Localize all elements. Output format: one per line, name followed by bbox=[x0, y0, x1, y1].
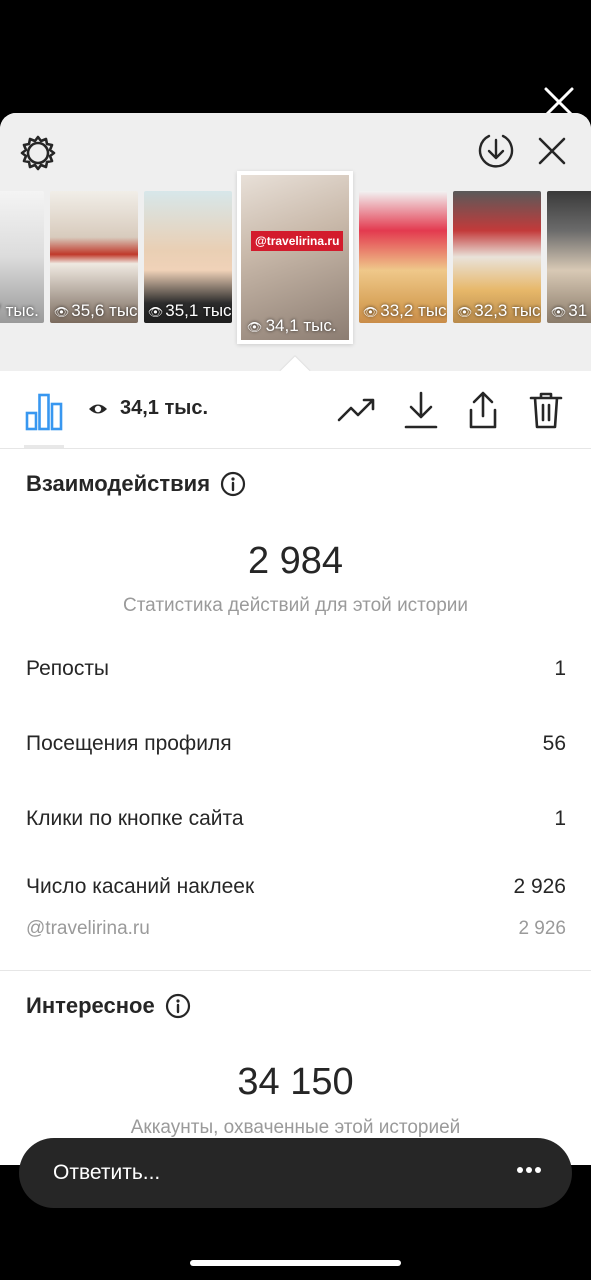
insights-sheet: 👁4,7 тыс. 👁35,6 тыс. 👁35,1 тыс. 👁33,2 ты… bbox=[0, 113, 591, 1165]
stat-row-profile-visits: Посещения профиля 56 bbox=[26, 732, 566, 755]
interactions-caption: Статистика действий для этой истории bbox=[122, 595, 469, 616]
share-icon[interactable] bbox=[462, 389, 504, 431]
story-tray: 👁4,7 тыс. 👁35,6 тыс. 👁35,1 тыс. 👁33,2 ты… bbox=[0, 113, 591, 371]
story-thumbnail[interactable]: 👁 35,6 тыс. bbox=[50, 191, 138, 323]
info-icon[interactable] bbox=[165, 993, 191, 1019]
eye-icon: 👁 bbox=[363, 305, 379, 319]
thumbnail-views: 👁 35,1 тыс. bbox=[148, 301, 232, 320]
thumbnail-views: 👁 34,1 тыс. bbox=[247, 316, 337, 335]
view-count: 34,1 тыс. bbox=[120, 397, 209, 419]
thumbnail-views: 👁 32,3 тыс. bbox=[457, 301, 541, 320]
thumbnail-views: 👁 35,6 тыс. bbox=[54, 301, 138, 320]
home-indicator bbox=[190, 1260, 401, 1266]
story-thumbnail[interactable]: 👁 33,2 тыс. bbox=[359, 191, 447, 323]
close-icon[interactable] bbox=[532, 131, 572, 171]
bar-chart-icon[interactable] bbox=[24, 391, 64, 431]
mention-sticker: @travelirina.ru bbox=[251, 231, 344, 251]
interactions-title: Взаимодействия bbox=[26, 471, 211, 496]
trash-icon[interactable] bbox=[525, 389, 567, 431]
story-thumbnails: 👁4,7 тыс. 👁35,6 тыс. 👁35,1 тыс. 👁33,2 ты… bbox=[0, 171, 591, 345]
thumbnail-views: 👁4,7 тыс. bbox=[0, 301, 39, 320]
story-thumbnail[interactable]: 👁 32,3 тыс. bbox=[453, 191, 541, 323]
stat-row-sticker-taps: Число касаний наклеек 2 926 bbox=[26, 875, 566, 898]
download-icon[interactable] bbox=[400, 389, 442, 431]
save-story-icon[interactable] bbox=[474, 129, 518, 173]
info-icon[interactable] bbox=[220, 471, 246, 497]
reply-bar[interactable]: Ответить... bbox=[19, 1138, 572, 1208]
story-thumbnail-selected[interactable]: @travelirina.ru 👁 34,1 тыс. bbox=[237, 171, 353, 344]
trending-icon[interactable] bbox=[336, 389, 378, 431]
tab-indicator bbox=[24, 445, 64, 448]
eye-icon: 👁 bbox=[148, 305, 164, 319]
stat-row-sticker-mention: @travelirina.ru 2 926 bbox=[26, 918, 566, 939]
discovery-caption: Аккаунты, охваченные этой историей bbox=[130, 1117, 461, 1138]
thumbnail-views: 👁 33,2 тыс. bbox=[363, 301, 447, 320]
story-thumbnail[interactable]: 👁 35,1 тыс. bbox=[144, 191, 232, 323]
reply-input[interactable]: Ответить... bbox=[53, 1161, 160, 1185]
thumbnail-views: 👁 31 bbox=[551, 301, 588, 320]
eye-icon bbox=[88, 401, 108, 417]
stat-row-reposts: Репосты 1 bbox=[26, 657, 566, 680]
eye-icon: 👁 bbox=[457, 305, 473, 319]
eye-icon: 👁 bbox=[551, 305, 567, 319]
interactions-total: 2 984 bbox=[247, 540, 344, 582]
discovery-total: 34 150 bbox=[237, 1061, 354, 1103]
eye-icon: 👁 bbox=[54, 305, 70, 319]
section-divider bbox=[0, 970, 591, 971]
more-options-icon[interactable] bbox=[516, 1162, 542, 1184]
stat-row-website-clicks: Клики по кнопке сайта 1 bbox=[26, 807, 566, 830]
interactions-heading: Взаимодействия bbox=[26, 471, 246, 497]
discovery-title: Интересное bbox=[26, 993, 155, 1018]
story-thumbnail[interactable]: 👁 31 bbox=[547, 191, 591, 323]
settings-gear-icon[interactable] bbox=[16, 131, 60, 175]
story-thumbnail[interactable]: 👁4,7 тыс. bbox=[0, 191, 44, 323]
eye-icon: 👁 bbox=[247, 320, 266, 334]
discovery-heading: Интересное bbox=[26, 993, 191, 1019]
insights-toolbar: 34,1 тыс. bbox=[0, 371, 591, 449]
